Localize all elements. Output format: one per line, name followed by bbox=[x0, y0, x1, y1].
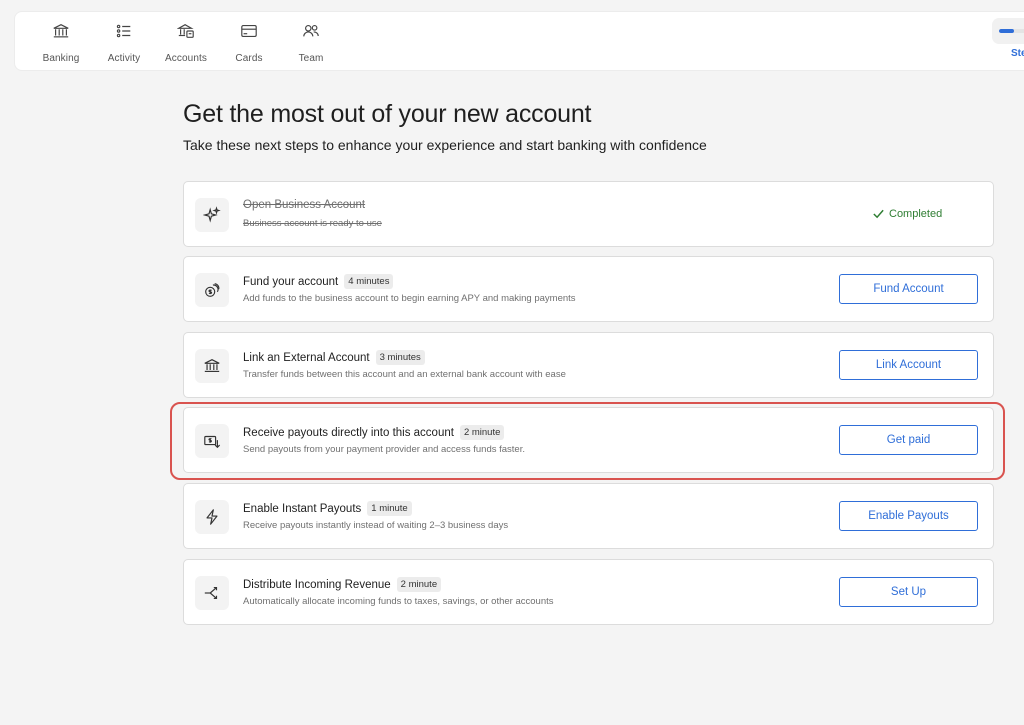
step-title: Enable Instant Payouts bbox=[243, 502, 362, 515]
step-title-row: Open Business Account bbox=[243, 199, 365, 211]
page-subtitle: Take these next steps to enhance your ex… bbox=[183, 137, 707, 153]
fund-account-button[interactable]: Fund Account bbox=[839, 274, 978, 304]
split-icon bbox=[195, 576, 229, 610]
nav-item-accounts[interactable]: Accounts bbox=[156, 22, 216, 64]
team-icon bbox=[281, 22, 341, 44]
step-description: Receive payouts instantly instead of wai… bbox=[243, 520, 509, 531]
step-description: Add funds to the business account to beg… bbox=[243, 293, 576, 304]
enable-payouts-button[interactable]: Enable Payouts bbox=[839, 501, 978, 531]
step-link-external-account: Link an External Account 3 minutes Trans… bbox=[183, 332, 994, 398]
completed-label: Completed bbox=[889, 207, 943, 220]
step-description: Automatically allocate incoming funds to… bbox=[243, 596, 554, 607]
step-title: Distribute Incoming Revenue bbox=[243, 578, 391, 591]
check-icon bbox=[873, 209, 884, 219]
step-description: Business account is ready to use bbox=[243, 218, 382, 229]
progress-track bbox=[999, 29, 1024, 33]
step-title: Open Business Account bbox=[243, 199, 366, 211]
step-fund-account: Fund your account 4 minutes Add funds to… bbox=[183, 256, 994, 322]
step-description: Send payouts from your payment provider … bbox=[243, 444, 525, 455]
bank-icon bbox=[195, 349, 229, 383]
time-badge: 2 minute bbox=[396, 577, 442, 592]
lightning-icon bbox=[195, 500, 229, 534]
get-paid-button[interactable]: Get paid bbox=[839, 425, 978, 455]
step-title-row: Link an External Account 3 minutes bbox=[243, 350, 425, 365]
step-distribute-revenue: Distribute Incoming Revenue 2 minute Aut… bbox=[183, 559, 994, 625]
nav-label: Team bbox=[298, 53, 324, 64]
step-title: Link an External Account bbox=[243, 351, 370, 364]
nav-item-banking[interactable]: Banking bbox=[31, 22, 91, 64]
nav-item-team[interactable]: Team bbox=[281, 22, 341, 64]
nav-item-activity[interactable]: Activity bbox=[94, 22, 154, 64]
nav-label: Banking bbox=[42, 53, 80, 64]
sparkle-icon bbox=[195, 198, 229, 232]
step-title: Fund your account bbox=[243, 275, 339, 288]
step-receive-payouts: Receive payouts directly into this accou… bbox=[183, 407, 994, 473]
step-title: Receive payouts directly into this accou… bbox=[243, 426, 454, 439]
time-badge: 3 minutes bbox=[375, 350, 425, 365]
set-up-button[interactable]: Set Up bbox=[839, 577, 978, 607]
accounts-icon bbox=[156, 22, 216, 44]
coins-icon bbox=[195, 273, 229, 307]
step-title-row: Enable Instant Payouts 1 minute bbox=[243, 501, 412, 516]
nav-item-cards[interactable]: Cards bbox=[219, 22, 279, 64]
progress-fill bbox=[999, 29, 1014, 33]
time-badge: 4 minutes bbox=[344, 274, 394, 289]
step-open-business-account: Open Business Account Business account i… bbox=[183, 181, 994, 247]
progress-pill bbox=[992, 18, 1024, 44]
step-title-row: Receive payouts directly into this accou… bbox=[243, 425, 505, 440]
top-navigation: Banking Activity Accounts Cards Team bbox=[14, 11, 1024, 71]
time-badge: 1 minute bbox=[367, 501, 412, 516]
step-title-row: Distribute Incoming Revenue 2 minute bbox=[243, 577, 442, 592]
setup-progress-label: Ste bbox=[1011, 48, 1024, 59]
page-title: Get the most out of your new account bbox=[183, 100, 592, 128]
list-icon bbox=[94, 22, 154, 44]
link-account-button[interactable]: Link Account bbox=[839, 350, 978, 380]
nav-label: Activity bbox=[107, 53, 141, 64]
nav-label: Cards bbox=[235, 53, 263, 64]
step-description: Transfer funds between this account and … bbox=[243, 369, 566, 380]
card-icon bbox=[219, 22, 279, 44]
completed-status: Completed bbox=[872, 207, 942, 220]
nav-label: Accounts bbox=[165, 53, 207, 64]
money-in-icon bbox=[195, 424, 229, 458]
time-badge: 2 minute bbox=[459, 425, 505, 440]
bank-icon bbox=[31, 22, 91, 44]
step-title-row: Fund your account 4 minutes bbox=[243, 274, 394, 289]
step-instant-payouts: Enable Instant Payouts 1 minute Receive … bbox=[183, 483, 994, 549]
